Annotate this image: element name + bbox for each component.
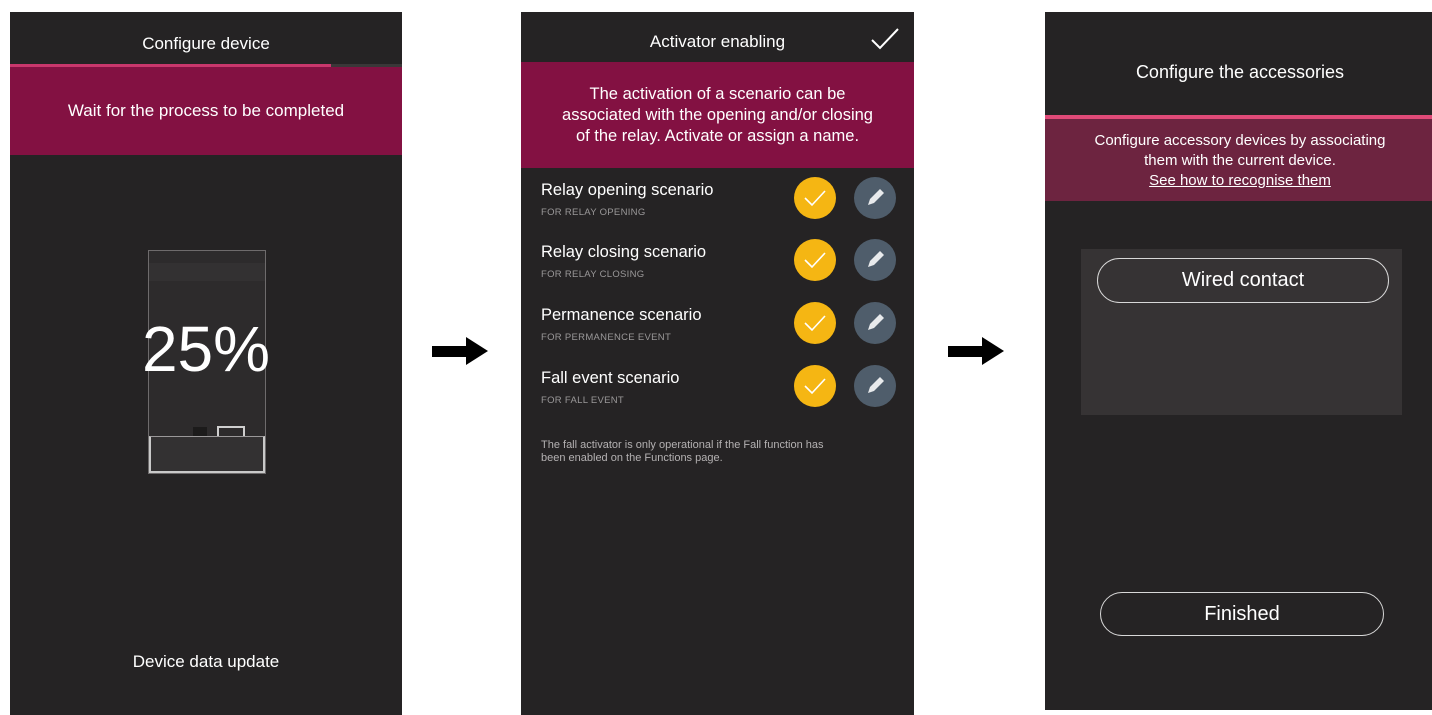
progress-percent: 25% xyxy=(141,313,271,385)
screen-title: Configure the accessories xyxy=(1135,62,1345,82)
screen-title: Activator enabling xyxy=(649,32,786,51)
status-text: Device data update xyxy=(132,652,280,671)
list-item: Permanence scenario FOR PERMANENCE EVENT xyxy=(541,302,896,366)
check-icon xyxy=(804,378,826,395)
info-banner: Wait for the process to be completed xyxy=(10,67,402,155)
scenario-title: Relay closing scenario xyxy=(541,243,707,261)
scenario-subtitle: FOR RELAY OPENING xyxy=(541,207,646,218)
banner-line: of the relay. Activate or assign a name. xyxy=(575,127,860,145)
screen-title: Configure device xyxy=(142,34,270,53)
note-line: been enabled on the Functions page. xyxy=(541,452,723,464)
pencil-icon xyxy=(868,314,884,330)
pencil-icon xyxy=(868,251,884,267)
wired-contact-button[interactable]: Wired contact xyxy=(1097,258,1389,303)
banner-line: Configure accessory devices by associati… xyxy=(1094,132,1386,149)
arrow-right-icon xyxy=(948,337,1004,366)
configure-device-screen: Configure device Wait for the process to… xyxy=(10,12,402,715)
enable-check-button[interactable] xyxy=(794,239,836,281)
enable-check-button[interactable] xyxy=(794,365,836,407)
edit-name-button[interactable] xyxy=(854,177,896,219)
info-banner: Configure accessory devices by associati… xyxy=(1045,119,1432,201)
activator-enabling-screen: Activator enabling The activation of a s… xyxy=(521,12,914,715)
edit-name-button[interactable] xyxy=(854,365,896,407)
scenario-subtitle: FOR RELAY CLOSING xyxy=(541,269,645,280)
banner-line: associated with the opening and/or closi… xyxy=(562,106,873,124)
banner-line: The activation of a scenario can be xyxy=(589,85,846,103)
info-note: The fall activator is only operational i… xyxy=(541,439,884,465)
check-icon xyxy=(804,190,826,207)
check-icon xyxy=(804,315,826,332)
confirm-check-icon[interactable] xyxy=(870,26,900,52)
note-line: The fall activator is only operational i… xyxy=(541,439,824,451)
edit-name-button[interactable] xyxy=(854,302,896,344)
arrow-right-icon xyxy=(432,337,488,366)
scenario-subtitle: FOR PERMANENCE EVENT xyxy=(541,332,672,343)
scenario-title: Fall event scenario xyxy=(541,369,680,387)
edit-name-button[interactable] xyxy=(854,239,896,281)
scenario-title: Relay opening scenario xyxy=(541,181,714,199)
pencil-icon xyxy=(868,189,884,205)
recognise-link[interactable]: See how to recognise them xyxy=(1045,171,1432,191)
finished-button[interactable]: Finished xyxy=(1100,592,1384,636)
pencil-icon xyxy=(868,377,884,393)
scenario-subtitle: FOR FALL EVENT xyxy=(541,395,625,406)
list-item: Relay closing scenario FOR RELAY CLOSING xyxy=(541,239,896,303)
banner-line: them with the current device. xyxy=(1144,152,1336,169)
list-item: Relay opening scenario FOR RELAY OPENING xyxy=(541,177,896,241)
scenario-title: Permanence scenario xyxy=(541,306,702,324)
configure-accessories-screen: Configure the accessories Configure acce… xyxy=(1045,12,1432,710)
check-icon xyxy=(804,252,826,269)
enable-check-button[interactable] xyxy=(794,302,836,344)
info-banner: The activation of a scenario can be asso… xyxy=(521,62,914,168)
list-item: Fall event scenario FOR FALL EVENT xyxy=(541,365,896,429)
enable-check-button[interactable] xyxy=(794,177,836,219)
